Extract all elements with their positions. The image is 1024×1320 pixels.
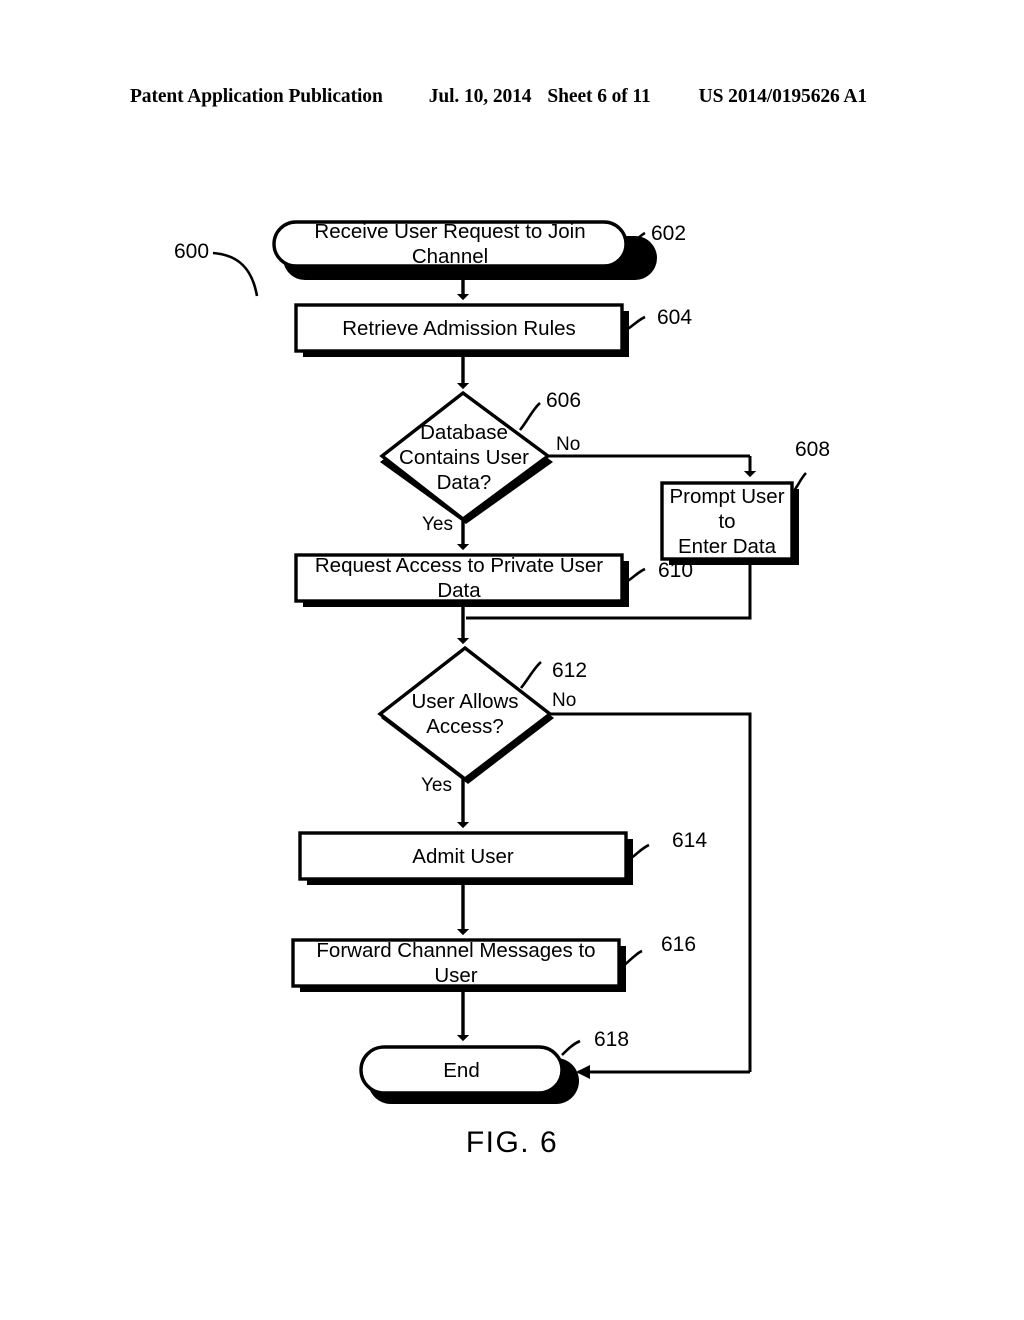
node-616-shape — [291, 938, 621, 988]
ref-numeral-616: 616 — [661, 933, 697, 956]
edge-612-618 — [550, 712, 752, 1072]
ref-numeral-608: 608 — [795, 438, 831, 461]
node-614-shape — [298, 831, 628, 881]
node-606-shape — [379, 390, 551, 522]
flowchart-canvas — [212, 220, 807, 1104]
ref-numeral-612: 612 — [552, 659, 588, 682]
edge-label-606-yes: Yes — [422, 514, 453, 535]
leader-line-608 — [791, 472, 807, 493]
ref-numeral-602: 602 — [651, 222, 687, 245]
node-604-shape — [294, 303, 624, 353]
node-602-shape — [272, 220, 628, 268]
node-610-shape — [294, 553, 624, 603]
leader-line-606 — [518, 402, 541, 431]
node-612-shape — [377, 645, 553, 782]
ref-numeral-610: 610 — [658, 559, 694, 582]
leader-line-600 — [212, 251, 259, 297]
node-618-shape — [359, 1045, 564, 1095]
edge-label-612-yes: Yes — [421, 775, 452, 796]
figure-caption: FIG. 6 — [465, 1126, 559, 1159]
ref-numeral-604: 604 — [657, 306, 693, 329]
node-608-shape — [660, 481, 794, 561]
leader-line-618 — [561, 1039, 581, 1056]
leader-line-612 — [519, 661, 542, 689]
edge-label-612-no: No — [552, 690, 577, 711]
edge-label-606-no: No — [556, 434, 581, 455]
ref-numeral-600: 600 — [174, 240, 210, 263]
ref-numeral-618: 618 — [594, 1028, 630, 1051]
ref-numeral-606: 606 — [546, 389, 582, 412]
ref-numeral-614: 614 — [672, 829, 708, 852]
